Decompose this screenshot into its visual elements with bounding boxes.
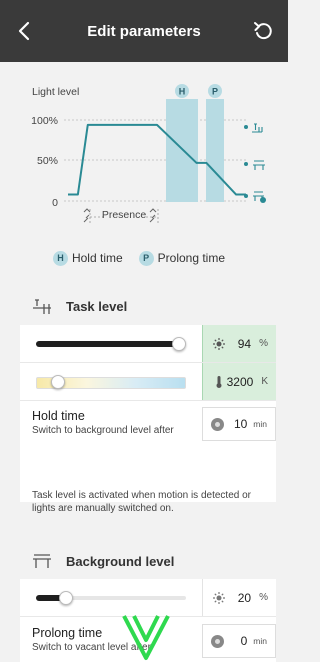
task-level-heading: Task level <box>32 297 127 315</box>
chart-legend: H Hold time P Prolong time <box>0 248 288 268</box>
slider-thumb[interactable] <box>172 337 186 351</box>
legend-prolong-label: Prolong time <box>157 251 226 265</box>
hold-time-row: Hold time Switch to background level aft… <box>20 401 276 502</box>
legend-prolong: P Prolong time <box>138 250 226 266</box>
scroll-down-chevron-icon[interactable] <box>120 612 172 662</box>
background-brightness-number: 20 <box>237 590 252 605</box>
prolong-band-badge-text: P <box>212 87 218 97</box>
hold-time-input[interactable]: 10 min <box>202 407 276 441</box>
hold-time-title: Hold time <box>32 409 85 423</box>
background-level-title: Background level <box>66 553 175 569</box>
task-brightness-row: 94 % <box>20 325 276 363</box>
prolong-time-number: 0 <box>240 634 248 648</box>
task-level-marker <box>244 123 263 133</box>
brightness-icon <box>213 337 225 350</box>
task-brightness-number: 94 <box>237 336 252 351</box>
background-level-marker <box>244 160 265 170</box>
desk-lamp-icon <box>33 299 51 314</box>
background-brightness-slider[interactable] <box>36 591 186 605</box>
hold-time-unit: min <box>253 419 267 429</box>
app-header: Edit parameters <box>0 0 288 62</box>
page-title: Edit parameters <box>87 22 201 40</box>
task-color-temp-row: 3200 K <box>20 363 276 401</box>
tick-label-100: 100% <box>31 115 58 127</box>
vacant-level-marker <box>244 191 266 203</box>
table-icon <box>33 554 51 568</box>
hold-time-label: Hold time Switch to background level aft… <box>32 409 192 437</box>
chevron-left-icon[interactable] <box>14 19 36 43</box>
slider-thumb[interactable] <box>59 591 73 605</box>
chart-ylabel: Light level <box>32 86 79 98</box>
hold-band <box>166 99 198 202</box>
thermometer-icon <box>216 375 222 388</box>
legend-hold: H Hold time <box>52 250 123 266</box>
tick-label-0: 0 <box>52 197 58 209</box>
walking-person-icon <box>83 208 91 223</box>
background-brightness-value[interactable]: 20 % <box>202 579 276 616</box>
prolong-badge: P <box>138 250 154 266</box>
task-brightness-slider[interactable] <box>36 337 186 351</box>
task-brightness-value[interactable]: 94 % <box>202 325 276 362</box>
task-level-title: Task level <box>66 298 128 314</box>
task-color-temp-unit: K <box>261 376 268 387</box>
walking-person-icon <box>149 208 157 223</box>
prolong-time-unit: min <box>253 636 267 646</box>
task-level-card: 94 % 3200 K Hold time Switch to backgrou… <box>20 325 276 502</box>
tick-label-50: 50% <box>37 155 58 167</box>
task-color-temp-value[interactable]: 3200 K <box>202 363 276 400</box>
hold-band-badge-text: H <box>179 87 186 97</box>
hold-time-number: 10 <box>233 417 248 431</box>
prolong-band <box>206 99 224 202</box>
hold-badge: H <box>52 250 68 266</box>
task-level-note: Task level is activated when motion is d… <box>32 490 251 514</box>
background-brightness-unit: % <box>259 592 268 603</box>
presence-label: Presence <box>102 209 147 221</box>
legend-hold-label: Hold time <box>71 251 123 265</box>
prolong-time-input[interactable]: 0 min <box>202 624 276 658</box>
color-temperature-slider[interactable] <box>36 375 186 389</box>
task-color-temp-number: 3200 <box>226 374 254 389</box>
undo-icon[interactable] <box>252 19 274 43</box>
hold-time-subtitle: Switch to background level after <box>32 425 174 436</box>
background-level-heading: Background level <box>32 552 174 570</box>
slider-thumb[interactable] <box>51 375 65 389</box>
timer-icon <box>211 635 224 648</box>
timer-icon <box>211 418 224 431</box>
task-brightness-unit: % <box>259 338 268 349</box>
brightness-icon <box>213 591 225 604</box>
